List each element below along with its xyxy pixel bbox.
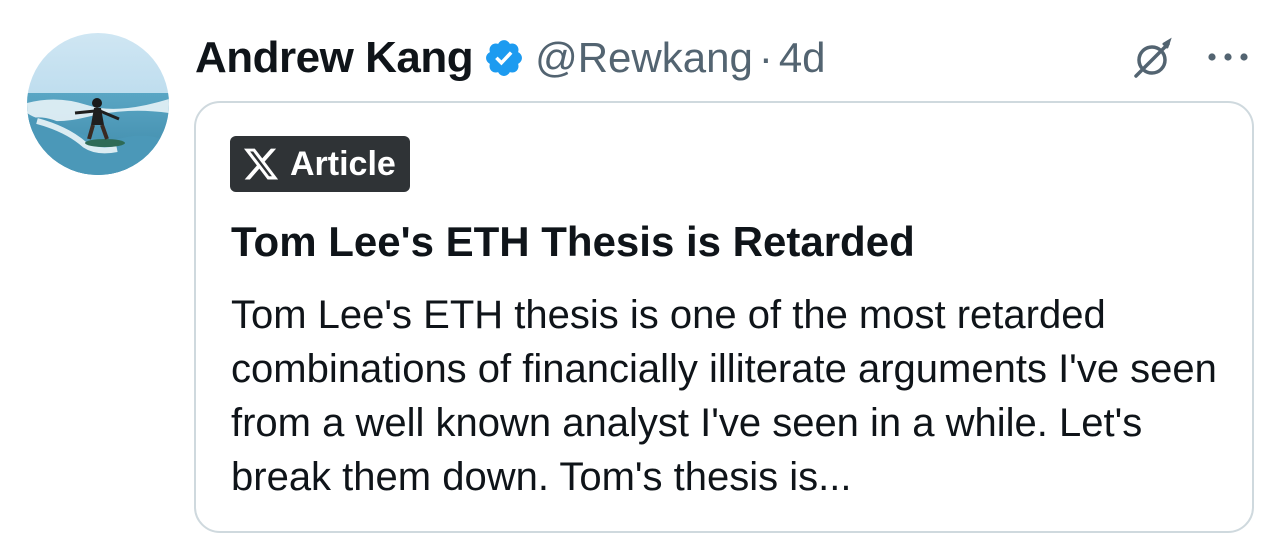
separator-dot: · [758, 34, 773, 81]
more-options-button[interactable] [1200, 40, 1256, 74]
grok-icon [1134, 37, 1172, 78]
avatar[interactable] [27, 33, 169, 175]
article-badge: Article [230, 136, 410, 192]
author-handle[interactable]: @Rewkang [535, 34, 753, 82]
avatar-surfer-photo [27, 33, 169, 175]
timestamp[interactable]: 4d [779, 34, 826, 82]
x-logo-icon [242, 145, 280, 183]
article-title: Tom Lee's ETH Thesis is Retarded [231, 218, 915, 265]
article-excerpt: Tom Lee's ETH thesis is one of the most … [231, 293, 1217, 499]
tweet-header: Andrew Kang @Rewkang · 4d [195, 28, 826, 88]
article-badge-label: Article [290, 144, 396, 183]
grok-button[interactable] [1126, 34, 1178, 82]
more-dots-icon [1208, 53, 1248, 61]
verified-badge-icon[interactable] [483, 37, 525, 79]
author-name[interactable]: Andrew Kang [195, 33, 474, 83]
article-card[interactable]: Article Tom Lee's ETH Thesis is Retarded… [194, 101, 1254, 533]
